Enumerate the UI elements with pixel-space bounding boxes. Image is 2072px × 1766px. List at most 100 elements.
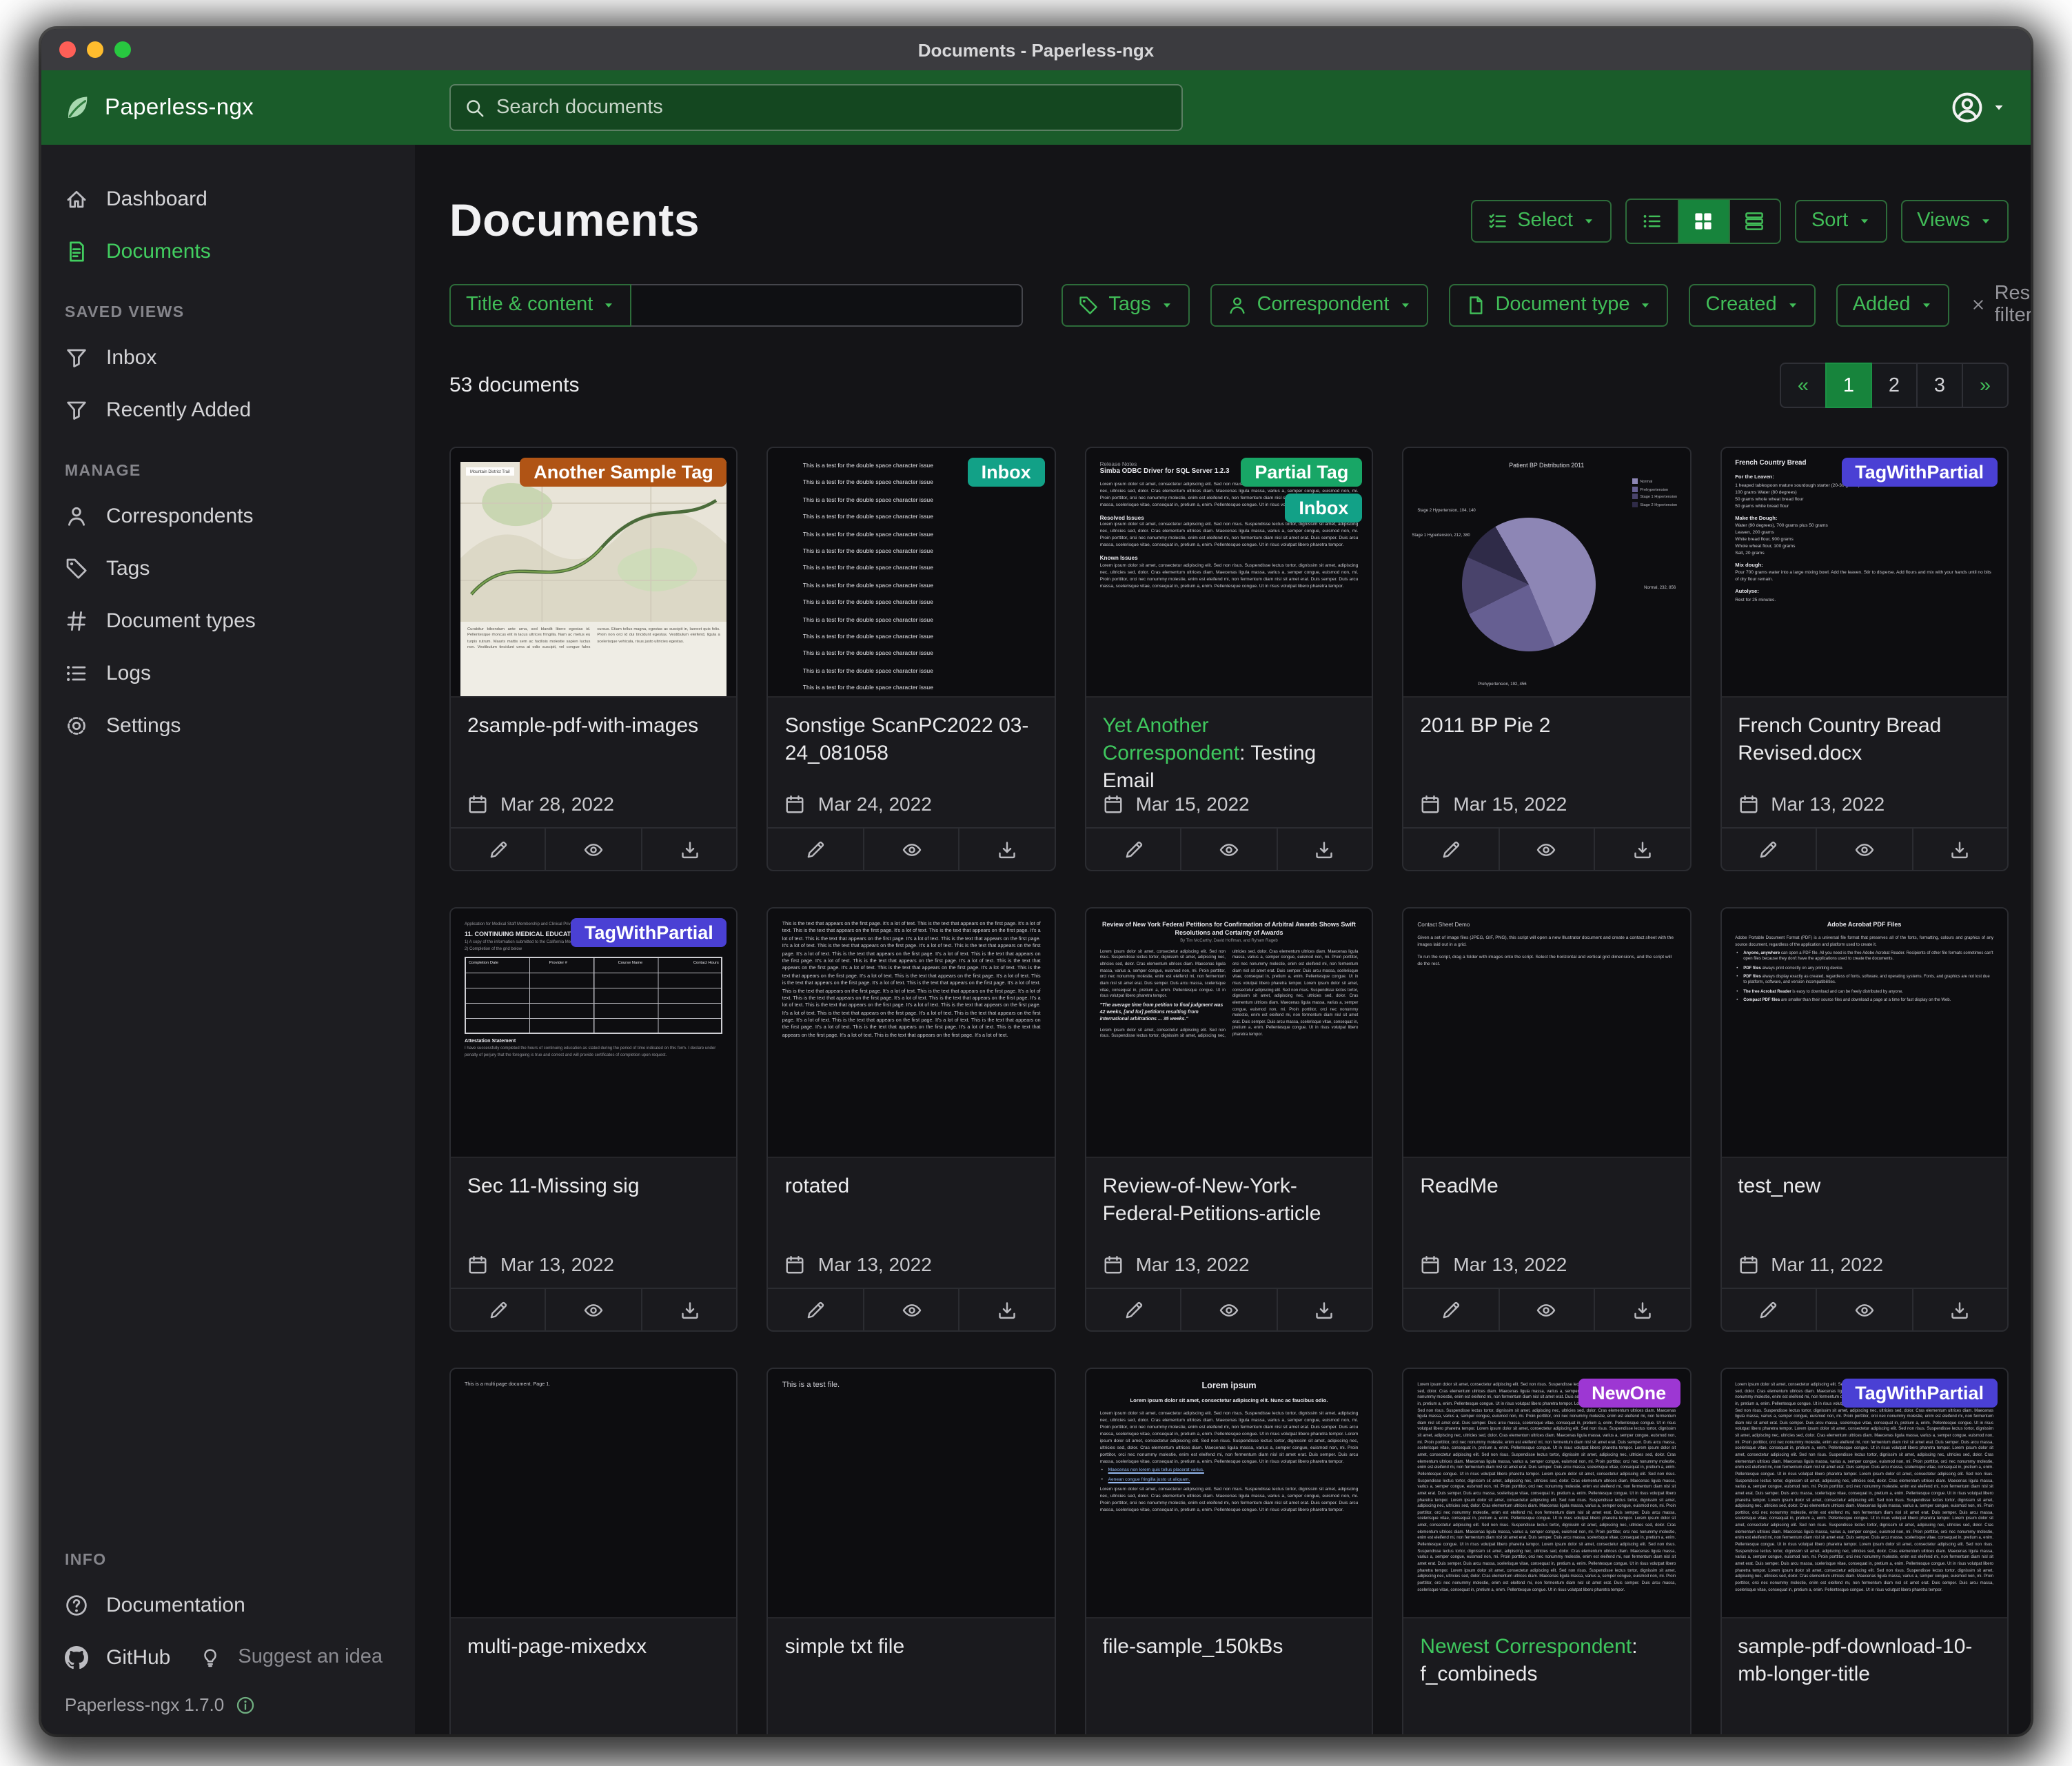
edit-document-button[interactable] xyxy=(1086,829,1181,870)
tag-badge[interactable]: NewOne xyxy=(1578,1379,1680,1408)
pagination-prev[interactable]: « xyxy=(1780,363,1827,408)
document-thumbnail[interactable]: Lorem ipsum dolor sit amet, consectetur … xyxy=(1721,1369,2007,1618)
document-thumbnail[interactable]: Lorem ipsumLorem ipsum dolor sit amet, c… xyxy=(1086,1369,1372,1618)
title-content-filter-input[interactable] xyxy=(631,283,1023,326)
tag-badge[interactable]: Another Sample Tag xyxy=(520,458,727,487)
document-card[interactable]: Patient BP Distribution 2011NormalPrehyp… xyxy=(1402,447,1691,871)
document-thumbnail[interactable]: Lorem ipsum dolor sit amet, consectetur … xyxy=(1403,1369,1689,1618)
document-card[interactable]: This is a test for the double space char… xyxy=(767,447,1056,871)
document-card[interactable]: Contact Sheet DemoGiven a set of image f… xyxy=(1402,907,1691,1332)
download-document-button[interactable] xyxy=(641,829,737,870)
view-document-button[interactable] xyxy=(1816,1289,1911,1330)
edit-document-button[interactable] xyxy=(1721,829,1816,870)
tag-badge[interactable]: TagWithPartial xyxy=(1841,458,1998,487)
edit-document-button[interactable] xyxy=(1086,1289,1181,1330)
document-thumbnail[interactable]: This is a test file. xyxy=(769,1369,1055,1618)
sidebar-item-suggest-idea[interactable]: Suggest an idea xyxy=(194,1631,406,1683)
view-document-button[interactable] xyxy=(863,1289,959,1330)
search-input[interactable] xyxy=(496,97,1168,119)
document-card[interactable]: This is the text that appears on the fir… xyxy=(767,907,1056,1332)
edit-document-button[interactable] xyxy=(769,1289,863,1330)
download-document-button[interactable] xyxy=(641,1289,737,1330)
document-thumbnail[interactable]: French Country BreadFor the Leaven:1 hea… xyxy=(1721,448,2007,698)
document-thumbnail[interactable]: Mountain District TrailCurabitur bibendu… xyxy=(451,448,737,698)
document-title[interactable]: French Country Bread Revised.docx xyxy=(1721,698,2007,793)
download-document-button[interactable] xyxy=(1276,1289,1372,1330)
search-box[interactable] xyxy=(449,84,1183,131)
view-document-button[interactable] xyxy=(1181,829,1277,870)
document-thumbnail[interactable]: Patient BP Distribution 2011NormalPrehyp… xyxy=(1403,448,1689,698)
tag-badge[interactable]: TagWithPartial xyxy=(1841,1379,1998,1408)
titlebar[interactable]: Documents - Paperless-ngx xyxy=(41,29,2031,70)
tag-badge[interactable]: Inbox xyxy=(968,458,1045,487)
document-card[interactable]: Lorem ipsum dolor sit amet, consectetur … xyxy=(1402,1368,1691,1734)
document-card[interactable]: This is a test file.simple txt file xyxy=(767,1368,1056,1734)
document-card[interactable]: This is a multi page document. Page 1.mu… xyxy=(449,1368,738,1734)
sort-button[interactable]: Sort xyxy=(1795,199,1887,242)
document-title[interactable]: Sec 11-Missing sig xyxy=(451,1158,737,1253)
detail-view-button[interactable] xyxy=(1729,199,1780,242)
sidebar-item-recently-added[interactable]: Recently Added xyxy=(41,383,415,436)
grid-view-button[interactable] xyxy=(1678,199,1729,242)
list-view-button[interactable] xyxy=(1627,199,1678,242)
document-thumbnail[interactable]: Contact Sheet DemoGiven a set of image f… xyxy=(1403,909,1689,1158)
title-content-filter-button[interactable]: Title & content xyxy=(449,283,631,326)
document-title[interactable]: Sonstige ScanPC2022 03-24_081058 xyxy=(769,698,1055,793)
download-document-button[interactable] xyxy=(959,829,1055,870)
sidebar-item-dashboard[interactable]: Dashboard xyxy=(41,172,415,225)
tag-badge[interactable]: TagWithPartial xyxy=(571,918,727,947)
document-card[interactable]: Release NotesSimba ODBC Driver for SQL S… xyxy=(1085,447,1374,871)
edit-document-button[interactable] xyxy=(451,829,545,870)
view-document-button[interactable] xyxy=(1498,1289,1594,1330)
download-document-button[interactable] xyxy=(1594,1289,1689,1330)
sidebar-item-documentation[interactable]: Documentation xyxy=(41,1579,415,1631)
download-document-button[interactable] xyxy=(1276,829,1372,870)
brand[interactable]: Paperless-ngx xyxy=(62,70,254,145)
correspondent-link[interactable]: Yet Another Correspondent xyxy=(1103,714,1239,765)
edit-document-button[interactable] xyxy=(451,1289,545,1330)
document-title[interactable]: test_new xyxy=(1721,1158,2007,1253)
document-title[interactable]: rotated xyxy=(769,1158,1055,1253)
document-card[interactable]: French Country BreadFor the Leaven:1 hea… xyxy=(1720,447,2009,871)
edit-document-button[interactable] xyxy=(1403,829,1498,870)
pagination-page-2[interactable]: 2 xyxy=(1871,363,1918,408)
view-document-button[interactable] xyxy=(1498,829,1594,870)
created-filter-button[interactable]: Created xyxy=(1689,283,1816,326)
document-thumbnail[interactable]: Application for Medical Staff Membership… xyxy=(451,909,737,1158)
sidebar-item-inbox[interactable]: Inbox xyxy=(41,331,415,383)
sidebar-item-correspondents[interactable]: Correspondents xyxy=(41,489,415,542)
download-document-button[interactable] xyxy=(1911,1289,2007,1330)
minimize-window-button[interactable] xyxy=(87,41,103,58)
document-thumbnail[interactable]: This is a multi page document. Page 1. xyxy=(451,1369,737,1618)
document-title[interactable]: Newest Correspondent: f_combineds xyxy=(1403,1618,1689,1734)
sidebar-item-document-types[interactable]: Document types xyxy=(41,594,415,647)
view-document-button[interactable] xyxy=(545,829,641,870)
document-title[interactable]: Review-of-New-York-Federal-Petitions-art… xyxy=(1086,1158,1372,1253)
document-thumbnail[interactable]: Adobe Acrobat PDF FilesAdobe Portable Do… xyxy=(1721,909,2007,1158)
document-title[interactable]: simple txt file xyxy=(769,1618,1055,1734)
download-document-button[interactable] xyxy=(959,1289,1055,1330)
download-document-button[interactable] xyxy=(1911,829,2007,870)
document-thumbnail[interactable]: Review of New York Federal Petitions for… xyxy=(1086,909,1372,1158)
select-button[interactable]: Select xyxy=(1470,199,1612,242)
download-document-button[interactable] xyxy=(1594,829,1689,870)
pagination-page-1[interactable]: 1 xyxy=(1825,363,1872,408)
view-document-button[interactable] xyxy=(545,1289,641,1330)
document-title[interactable]: 2011 BP Pie 2 xyxy=(1403,698,1689,793)
correspondent-filter-button[interactable]: Correspondent xyxy=(1210,283,1428,326)
sidebar-item-tags[interactable]: Tags xyxy=(41,542,415,594)
document-title[interactable]: ReadMe xyxy=(1403,1158,1689,1253)
pagination-next[interactable]: » xyxy=(1962,363,2009,408)
info-icon[interactable] xyxy=(235,1695,254,1714)
document-card[interactable]: Application for Medical Staff Membership… xyxy=(449,907,738,1332)
views-button[interactable]: Views xyxy=(1900,199,2009,242)
document-title[interactable]: Yet Another Correspondent: Testing Email xyxy=(1086,698,1372,793)
edit-document-button[interactable] xyxy=(1403,1289,1498,1330)
view-document-button[interactable] xyxy=(863,829,959,870)
close-window-button[interactable] xyxy=(59,41,76,58)
document-type-filter-button[interactable]: Document type xyxy=(1448,283,1668,326)
sidebar-item-documents[interactable]: Documents xyxy=(41,225,415,277)
edit-document-button[interactable] xyxy=(1721,1289,1816,1330)
document-title[interactable]: sample-pdf-download-10-mb-longer-title xyxy=(1721,1618,2007,1734)
reset-filters-button[interactable]: Reset filters xyxy=(1970,283,2031,327)
